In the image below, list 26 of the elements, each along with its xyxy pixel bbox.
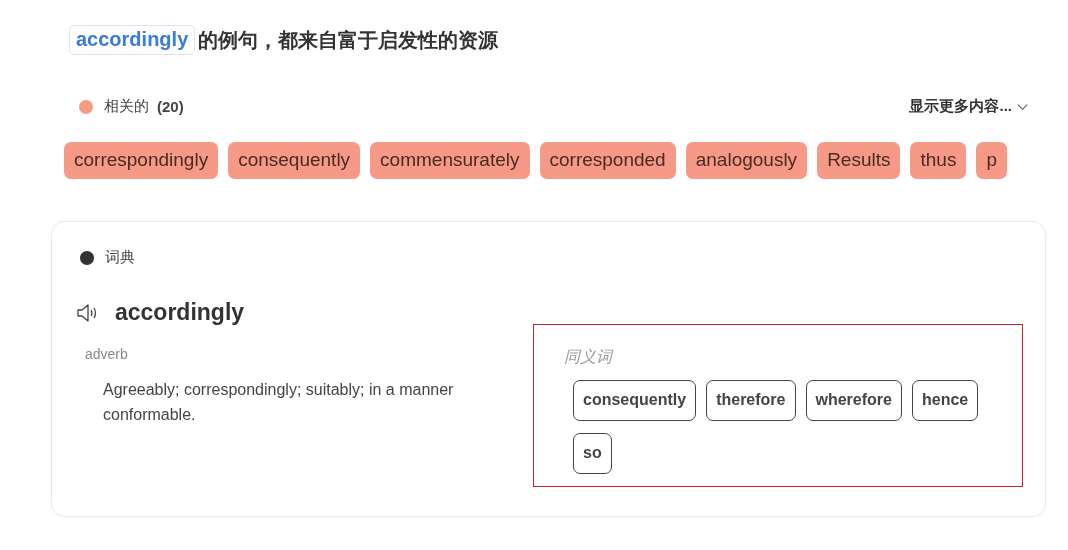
show-more-button[interactable]: 显示更多内容... [909,97,1028,116]
related-word-chip[interactable]: commensurately [370,142,530,179]
related-count: (20) [157,98,184,115]
synonym-chip[interactable]: wherefore [805,380,902,421]
synonyms-label: 同义词 [564,347,615,367]
related-word-chip[interactable]: correspondingly [64,142,219,179]
related-word-chip[interactable]: analogously [685,142,808,179]
search-word-tag: accordingly [69,25,196,55]
related-word-chip[interactable]: corresponded [539,142,676,179]
related-word-chip[interactable]: Results [817,142,901,179]
related-word-chip[interactable]: thus [910,142,967,179]
part-of-speech: adverb [85,346,129,362]
section-dot-icon [79,99,93,114]
related-word-chip[interactable]: p [976,142,1007,179]
section-label: 相关的 [104,97,149,116]
related-word-chip[interactable]: consequently [228,142,361,179]
section-label: 词典 [105,248,135,267]
dictionary-word: accordingly [115,299,245,326]
section-dot-icon [80,250,94,265]
synonym-chip[interactable]: hence [911,380,979,421]
definition-text: Agreeably; correspondingly; suitably; in a manner conformable. [103,380,455,425]
synonym-chip[interactable]: consequently [573,380,697,421]
synonym-chip[interactable]: therefore [706,380,796,421]
chevron-down-icon [1017,102,1028,111]
heading-text: 的例句，都来自富于启发性的资源 [198,26,499,54]
synonym-chip[interactable]: so [573,433,612,474]
